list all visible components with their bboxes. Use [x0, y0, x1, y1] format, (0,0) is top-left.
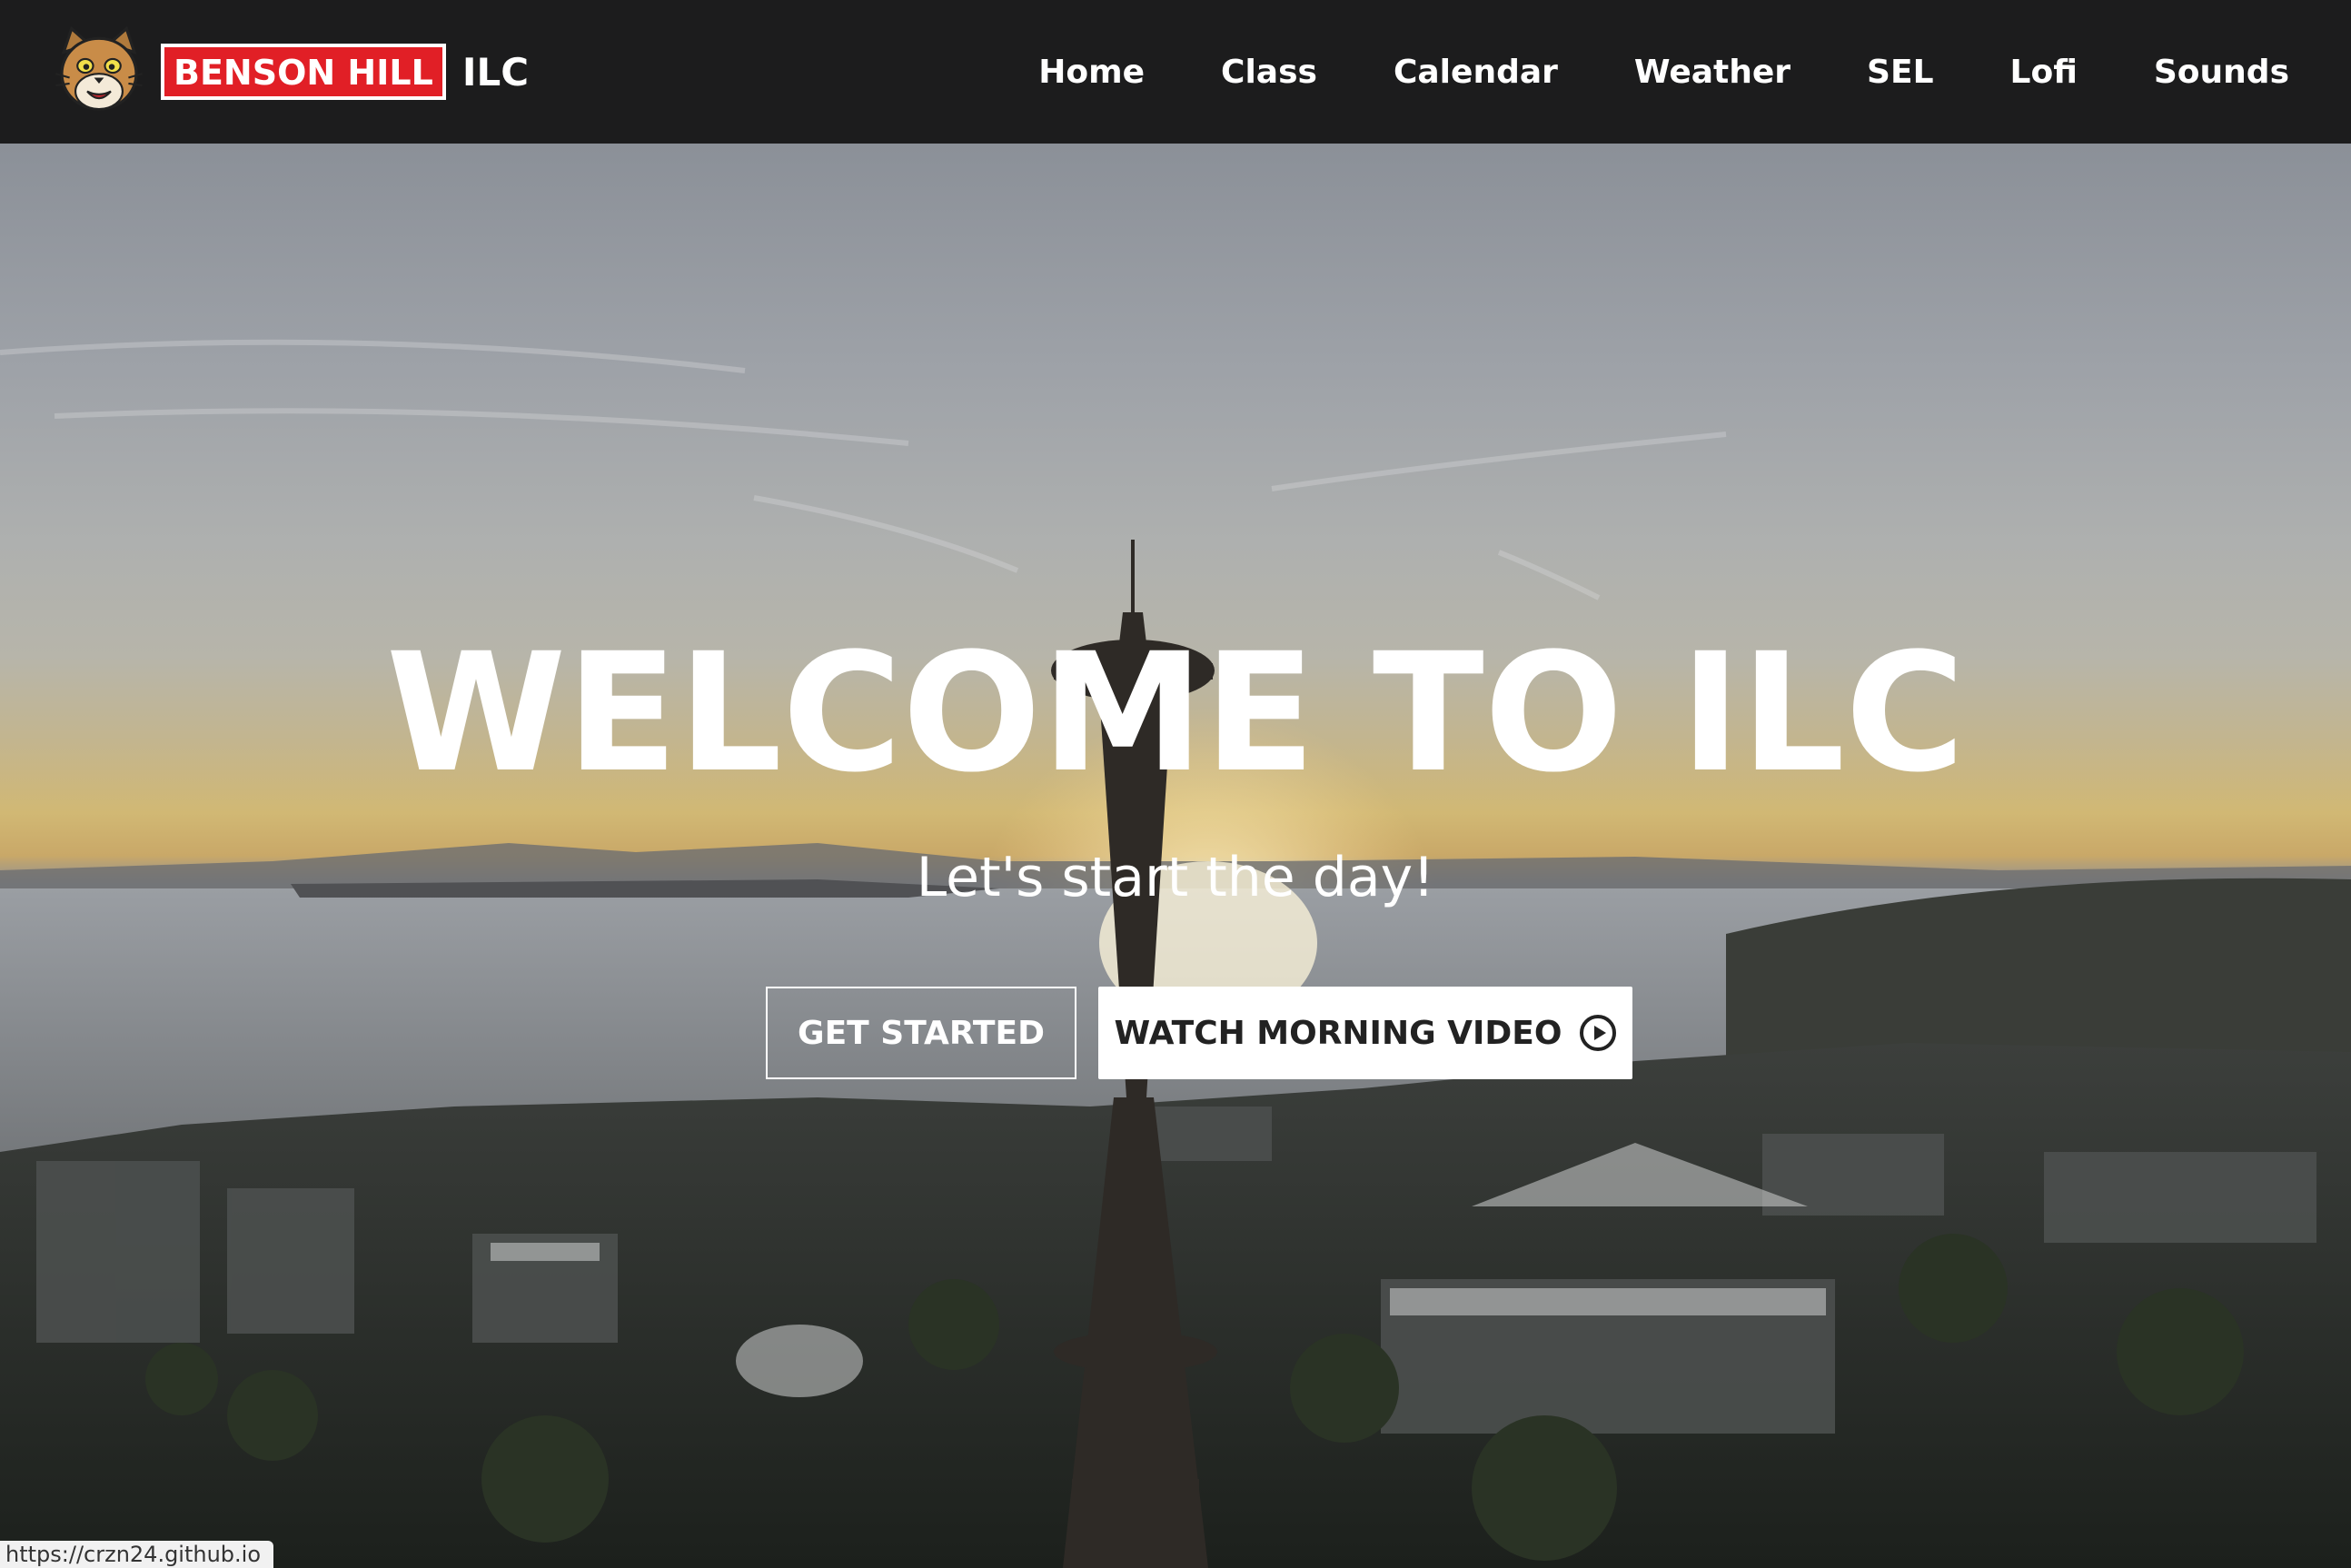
- nav-weather[interactable]: Weather: [1634, 54, 1791, 91]
- get-started-button[interactable]: GET STARTED: [766, 987, 1076, 1079]
- logo-badge-text: BENSON HILL: [161, 44, 446, 100]
- bobcat-mascot-icon: [55, 25, 143, 111]
- status-bar-url: https://crzn24.github.io: [0, 1541, 274, 1568]
- nav-sounds[interactable]: Sounds: [2154, 54, 2289, 91]
- nav-class[interactable]: Class: [1221, 54, 1317, 91]
- hero-content: WELCOME TO ILC Let's start the day! GET …: [0, 144, 2351, 1568]
- logo-suffix-text: ILC: [461, 49, 530, 94]
- watch-morning-video-label: WATCH MORNING VIDEO: [1114, 1014, 1562, 1052]
- hero-title: WELCOME TO ILC: [385, 619, 1966, 809]
- main-nav: Home Class Calendar Weather SEL Lofi Sou…: [1038, 54, 2289, 91]
- watch-morning-video-button[interactable]: WATCH MORNING VIDEO: [1098, 987, 1632, 1079]
- nav-home[interactable]: Home: [1038, 54, 1145, 91]
- site-header: BENSON HILL ILC Home Class Calendar Weat…: [0, 0, 2351, 144]
- hero-subtitle: Let's start the day!: [916, 846, 1435, 909]
- nav-calendar[interactable]: Calendar: [1394, 54, 1558, 91]
- hero-buttons: GET STARTED WATCH MORNING VIDEO: [0, 987, 2351, 1079]
- hero-section: WELCOME TO ILC Let's start the day! GET …: [0, 144, 2351, 1568]
- site-logo[interactable]: BENSON HILL ILC: [50, 23, 529, 121]
- nav-sel[interactable]: SEL: [1867, 54, 1933, 91]
- play-circle-icon: [1579, 1015, 1616, 1051]
- nav-lofi[interactable]: Lofi: [2010, 54, 2078, 91]
